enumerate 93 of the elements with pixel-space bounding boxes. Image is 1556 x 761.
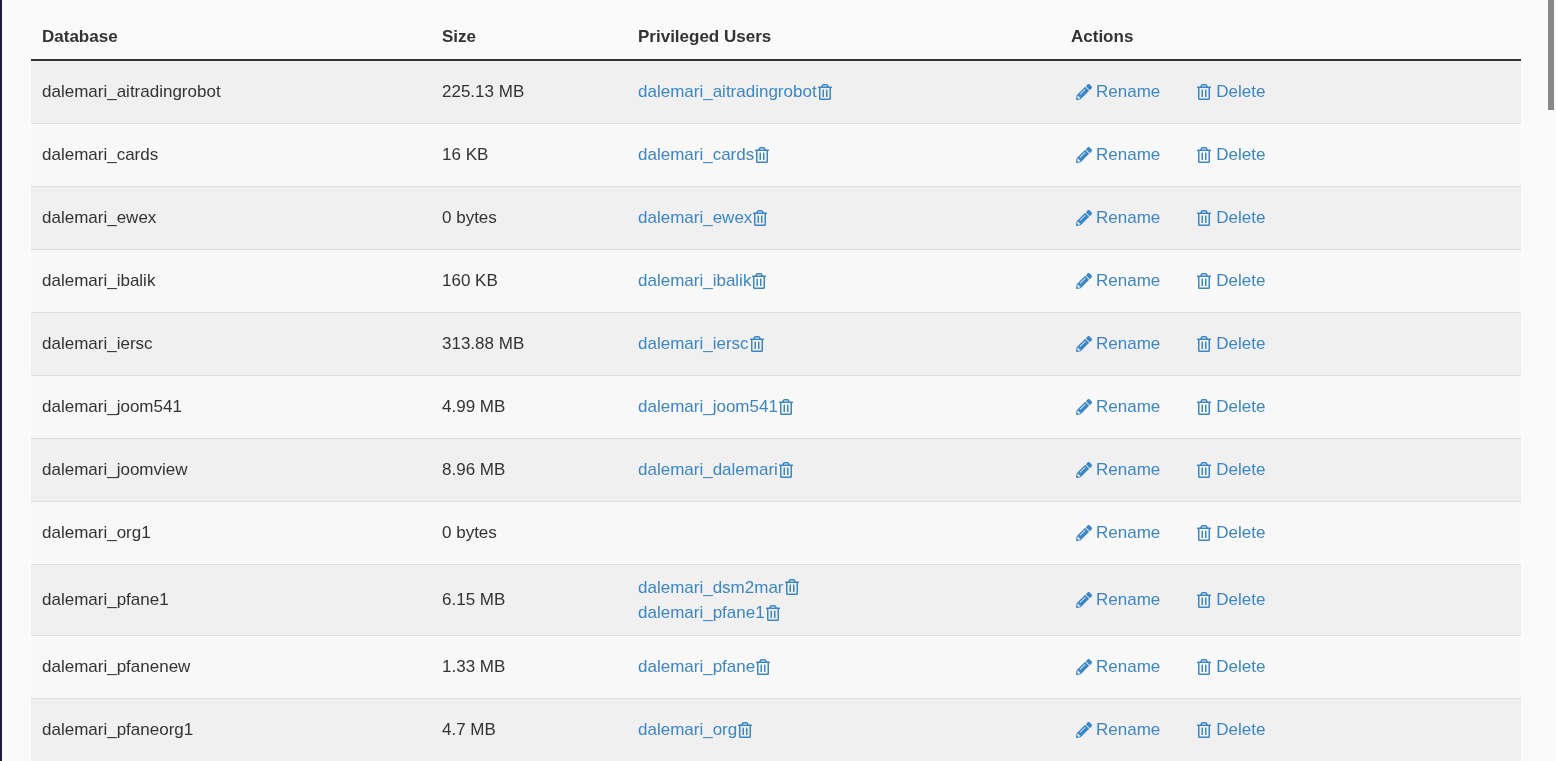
column-header: Database xyxy=(41,25,119,48)
user-link[interactable]: dalemari_pfane xyxy=(638,654,756,680)
trash-icon xyxy=(1196,659,1213,675)
trash-icon[interactable] xyxy=(755,659,772,675)
database-name: dalemari_org1 xyxy=(41,522,152,545)
database-size: 225.13 MB xyxy=(441,81,526,104)
delete-link[interactable]: Delete xyxy=(1196,457,1266,483)
database-size: 4.99 MB xyxy=(441,396,507,419)
trash-icon xyxy=(1196,273,1213,289)
trash-icon xyxy=(1196,147,1213,163)
rename-link[interactable]: Rename xyxy=(1076,717,1161,743)
delete-link[interactable]: Delete xyxy=(1196,79,1266,105)
trash-icon xyxy=(1196,336,1213,352)
database-name: dalemari_pfanenew xyxy=(41,656,192,679)
user-link[interactable]: dalemari_dsm2mar xyxy=(638,574,784,600)
user-link[interactable]: dalemari_ibalik xyxy=(638,268,752,294)
trash-icon[interactable] xyxy=(754,147,771,163)
database-name: dalemari_ibalik xyxy=(41,270,157,293)
delete-link[interactable]: Delete xyxy=(1196,654,1266,680)
delete-link[interactable]: Delete xyxy=(1196,520,1266,546)
rename-link[interactable]: Rename xyxy=(1076,654,1161,680)
user-link[interactable]: dalemari_cards xyxy=(638,142,755,168)
pencil-icon xyxy=(1076,210,1092,226)
trash-icon xyxy=(1196,592,1213,608)
database-size: 6.15 MB xyxy=(441,589,507,612)
database-name: dalemari_pfane1 xyxy=(41,589,170,612)
database-size: 0 bytes xyxy=(441,207,498,230)
database-size: 0 bytes xyxy=(441,522,498,545)
delete-link[interactable]: Delete xyxy=(1196,394,1266,420)
trash-icon xyxy=(1196,722,1213,738)
delete-link[interactable]: Delete xyxy=(1196,717,1266,743)
pencil-icon xyxy=(1076,592,1092,608)
database-name: dalemari_pfaneorg1 xyxy=(41,719,195,742)
database-size: 16 KB xyxy=(441,144,490,167)
rename-link[interactable]: Rename xyxy=(1076,457,1161,483)
pencil-icon xyxy=(1076,399,1092,415)
pencil-icon xyxy=(1076,147,1092,163)
database-size: 8.96 MB xyxy=(441,459,507,482)
delete-link[interactable]: Delete xyxy=(1196,587,1266,613)
user-link[interactable]: dalemari_aitradingrobot xyxy=(638,79,817,105)
trash-icon xyxy=(1196,399,1213,415)
rename-link[interactable]: Rename xyxy=(1076,394,1161,420)
trash-icon[interactable] xyxy=(816,84,833,100)
database-name: dalemari_ewex xyxy=(41,207,158,230)
user-link[interactable]: dalemari_org xyxy=(638,717,738,743)
column-header: Size xyxy=(441,25,478,48)
pencil-icon xyxy=(1076,273,1092,289)
database-name: dalemari_joomview xyxy=(41,459,189,482)
user-link[interactable]: dalemari_iersc xyxy=(638,331,749,357)
user-link[interactable]: dalemari_pfane1 xyxy=(638,600,765,626)
delete-link[interactable]: Delete xyxy=(1196,205,1266,231)
rename-link[interactable]: Rename xyxy=(1076,268,1161,294)
delete-link[interactable]: Delete xyxy=(1196,331,1266,357)
rename-link[interactable]: Rename xyxy=(1076,205,1161,231)
database-name: dalemari_aitradingrobot xyxy=(41,81,222,104)
user-link[interactable]: dalemari_ewex xyxy=(638,205,753,231)
trash-icon[interactable] xyxy=(751,273,768,289)
trash-icon[interactable] xyxy=(752,210,769,226)
trash-icon[interactable] xyxy=(737,722,754,738)
rename-link[interactable]: Rename xyxy=(1076,331,1161,357)
trash-icon xyxy=(1196,84,1213,100)
rename-link[interactable]: Rename xyxy=(1076,142,1161,168)
trash-icon xyxy=(1196,462,1213,478)
database-size: 313.88 MB xyxy=(441,333,526,356)
column-header: Actions xyxy=(1070,25,1135,48)
pencil-icon xyxy=(1076,336,1092,352)
user-link[interactable]: dalemari_dalemari xyxy=(638,457,778,483)
rename-link[interactable]: Rename xyxy=(1076,587,1161,613)
trash-icon[interactable] xyxy=(783,579,800,596)
pencil-icon xyxy=(1076,84,1092,100)
trash-icon[interactable] xyxy=(777,399,794,415)
database-name: dalemari_cards xyxy=(41,144,160,167)
rename-link[interactable]: Rename xyxy=(1076,520,1161,546)
pencil-icon xyxy=(1076,525,1092,541)
database-size: 160 KB xyxy=(441,270,499,293)
user-link[interactable]: dalemari_joom541 xyxy=(638,394,778,420)
database-size: 1.33 MB xyxy=(441,656,507,679)
database-size: 4.7 MB xyxy=(441,719,497,742)
pencil-icon xyxy=(1076,659,1092,675)
pencil-icon xyxy=(1076,722,1092,738)
trash-icon[interactable] xyxy=(764,604,781,621)
column-header: Privileged Users xyxy=(637,25,773,48)
scrollbar[interactable] xyxy=(1548,0,1554,110)
delete-link[interactable]: Delete xyxy=(1196,142,1266,168)
database-name: dalemari_iersc xyxy=(41,333,154,356)
rename-link[interactable]: Rename xyxy=(1076,79,1161,105)
database-name: dalemari_joom541 xyxy=(41,396,183,419)
delete-link[interactable]: Delete xyxy=(1196,268,1266,294)
trash-icon xyxy=(1196,525,1213,541)
pencil-icon xyxy=(1076,462,1092,478)
trash-icon[interactable] xyxy=(777,462,794,478)
trash-icon[interactable] xyxy=(748,336,765,352)
trash-icon xyxy=(1196,210,1213,226)
